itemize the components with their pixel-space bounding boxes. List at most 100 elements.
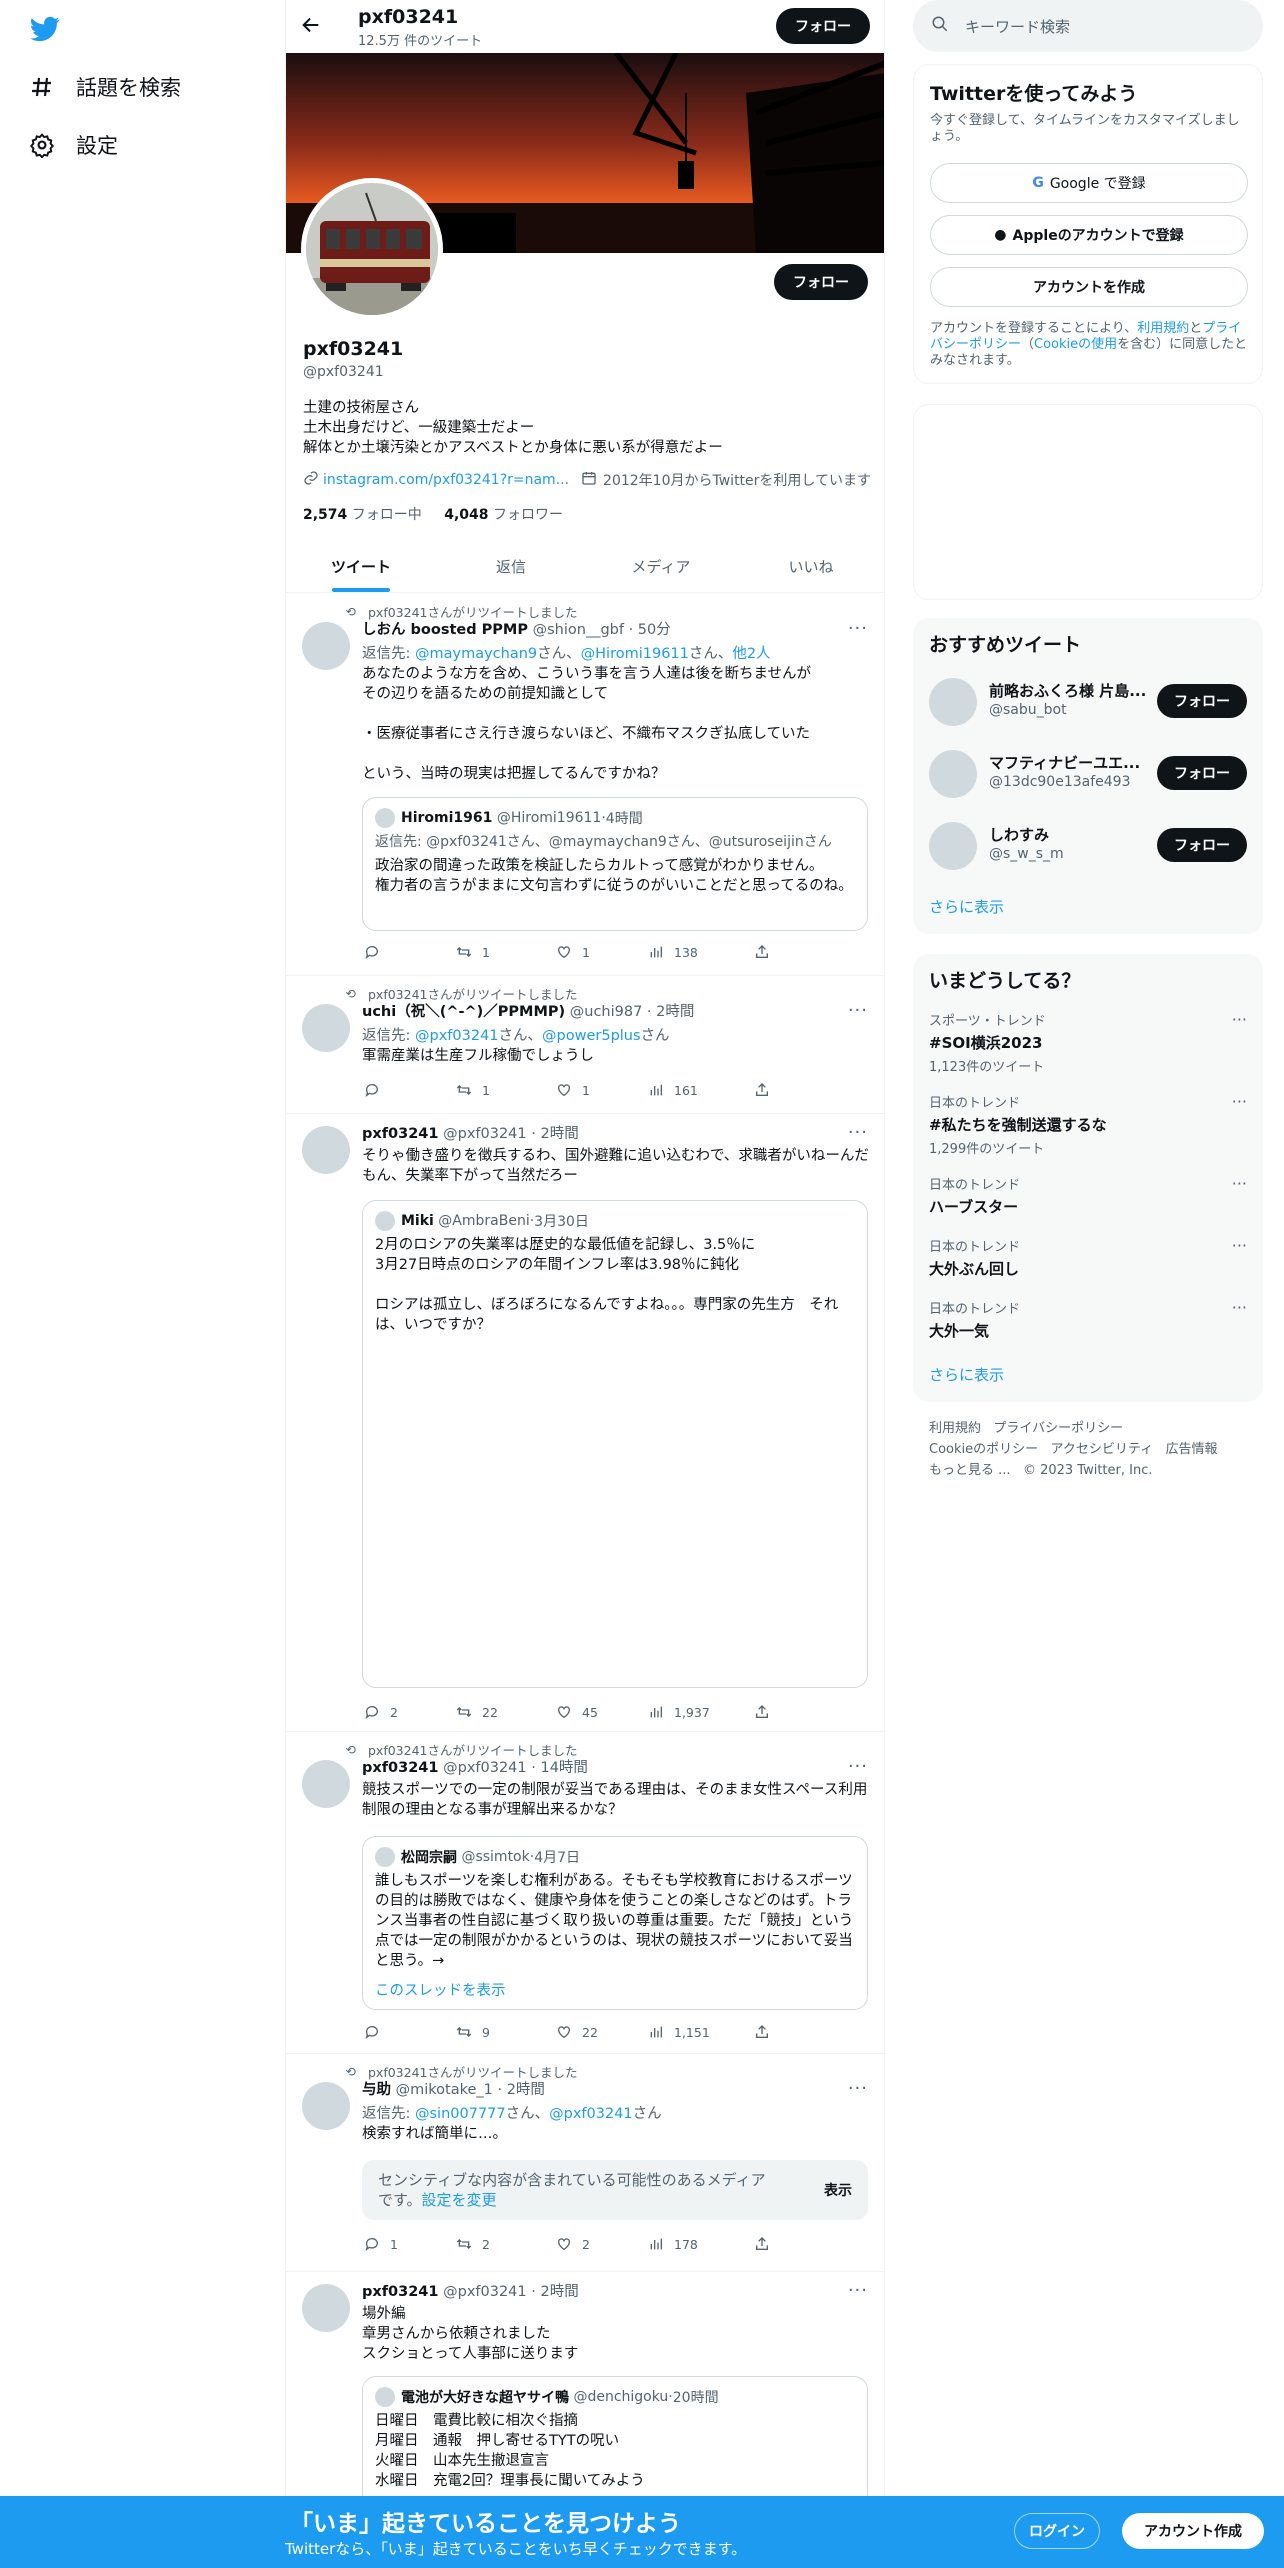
more-options-icon[interactable]: ··· [1232,1298,1247,1317]
header-follow-button[interactable]: フォロー [776,8,870,44]
tab-likes[interactable]: いいね [736,540,884,592]
avatar[interactable] [302,2082,350,2130]
login-button[interactable]: ログイン [1014,2513,1100,2549]
more-options-icon[interactable]: ··· [848,2078,868,2099]
apple-signup-button[interactable]: ● Appleのアカウントで登録 [930,215,1248,255]
reply-mention[interactable]: @power5plus [542,1028,641,1044]
search-input[interactable]: キーワード検索 [965,16,1070,37]
more-options-icon[interactable]: ··· [1232,1174,1247,1193]
author-handle[interactable]: @shion__gbf [533,622,624,638]
reply-mention[interactable]: @maymaychan9 [415,646,537,662]
tweet[interactable]: ⟲ pxf03241さんがリツイートしました 与助 @mikotake_1 · 2… [286,2054,884,2272]
trend-item[interactable]: スポーツ・トレンド #SOI横浜2023 1,123件のツイート ··· [929,1010,1247,1075]
author-handle[interactable]: @uchi987 [570,1004,643,1020]
retweet-action[interactable]: 9 [454,2022,554,2042]
tweet-time[interactable]: 14時間 [540,1760,587,1776]
avatar[interactable] [302,2284,350,2332]
retweet-action[interactable]: 22 [454,1702,554,1722]
footer-accessibility-link[interactable]: アクセシビリティ [1051,1442,1154,1457]
trend-item[interactable]: 日本のトレンド #私たちを強制送還するな 1,299件のツイート ··· [929,1092,1247,1157]
nav-settings[interactable]: 設定 [28,120,118,170]
more-options-icon[interactable]: ··· [1232,1236,1247,1255]
google-signup-button[interactable]: G Google で登録 [930,163,1248,203]
like-action[interactable]: 1 [554,942,646,962]
create-account-button[interactable]: アカウントを作成 [930,267,1248,307]
tweet[interactable]: pxf03241 @pxf03241 · 2時間 ··· そりゃ働き盛りを徴兵す… [286,1114,884,1732]
quote-tweet[interactable]: Hiromi1961 @Hiromi19611 · 4時間 返信先: @pxf0… [362,797,868,931]
trend-item[interactable]: 日本のトレンド ハーブスター ··· [929,1174,1247,1217]
reply-action[interactable] [362,1080,454,1100]
followers-link[interactable]: 4,048 フォロワー [444,507,563,523]
author-name[interactable]: pxf03241 [362,2284,439,2300]
signup-button[interactable]: アカウント作成 [1122,2513,1264,2549]
footer-cookie-link[interactable]: Cookieのポリシー [929,1442,1038,1457]
tweet-time[interactable]: 2時間 [507,2082,545,2098]
share-action[interactable] [752,942,780,962]
quote-tweet[interactable]: Miki @AmbraBeni · 3月30日 2月のロシアの失業率は歴史的な最… [362,1200,868,1688]
avatar[interactable] [302,1004,350,1052]
reply-others-link[interactable]: 他2人 [732,646,770,662]
tweet[interactable]: ⟲ pxf03241さんがリツイートしました しおん boosted PPMP @… [286,594,884,976]
tweet-time[interactable]: 2時間 [540,1126,578,1142]
avatar[interactable] [302,1760,350,1808]
search-box[interactable]: キーワード検索 [913,0,1263,52]
tweet-time[interactable]: 50分 [638,622,671,638]
author-handle[interactable]: @mikotake_1 [396,2082,493,2098]
back-arrow-icon[interactable] [300,14,328,40]
like-action[interactable]: 1 [554,1080,646,1100]
trend-item[interactable]: 日本のトレンド 大外一気 ··· [929,1298,1247,1341]
reply-mention[interactable]: @pxf03241 [549,2106,633,2122]
more-options-icon[interactable]: ··· [1232,1092,1247,1111]
footer-more-link[interactable]: もっと見る ... [929,1463,1011,1478]
change-settings-link[interactable]: 設定を変更 [422,2191,497,2209]
tab-media[interactable]: メディア [586,540,736,592]
avatar[interactable] [302,622,350,670]
profile-follow-button[interactable]: フォロー [774,264,868,300]
views-action[interactable]: 1,151 [646,2022,752,2042]
reply-action[interactable]: 1 [362,2234,454,2254]
reply-action[interactable] [362,942,454,962]
author-name[interactable]: pxf03241 [362,1126,439,1142]
footer-privacy-link[interactable]: プライバシーポリシー [993,1421,1123,1436]
more-options-icon[interactable]: ··· [1232,1010,1247,1029]
reply-mention[interactable]: @pxf03241 [415,1028,499,1044]
tweet-time[interactable]: 2時間 [656,1004,694,1020]
footer-ads-link[interactable]: 広告情報 [1166,1442,1218,1457]
tweet[interactable]: ⟲ pxf03241さんがリツイートしました pxf03241 @pxf03241… [286,1732,884,2054]
share-action[interactable] [752,1080,780,1100]
recommend-show-more[interactable]: さらに表示 [929,896,1004,917]
views-action[interactable]: 1,937 [646,1702,752,1722]
twitter-logo-icon[interactable] [28,14,64,44]
following-link[interactable]: 2,574 フォロー中 [303,507,422,523]
author-handle[interactable]: @pxf03241 [443,2284,527,2300]
retweet-action[interactable]: 2 [454,2234,554,2254]
author-name[interactable]: しおん boosted PPMP [362,622,528,638]
tab-tweets[interactable]: ツイート [286,540,436,592]
recommend-user[interactable]: しわすみ @s_w_s_m フォロー [929,816,1247,876]
trends-show-more[interactable]: さらに表示 [929,1364,1004,1385]
more-options-icon[interactable]: ··· [848,1756,868,1777]
recommend-follow-button[interactable]: フォロー [1157,828,1247,862]
quote-tweet[interactable]: 松岡宗嗣 @ssimtok · 4月7日 誰しもスポーツを楽しむ権利がある。そも… [362,1836,868,2010]
reply-mention[interactable]: @sin007777 [415,2106,506,2122]
more-options-icon[interactable]: ··· [848,1122,868,1143]
more-options-icon[interactable]: ··· [848,618,868,639]
avatar[interactable] [302,1126,350,1174]
nav-explore[interactable]: 話題を検索 [28,62,181,112]
share-action[interactable] [752,2234,780,2254]
show-media-button[interactable]: 表示 [824,2180,852,2200]
recommend-follow-button[interactable]: フォロー [1157,756,1247,790]
like-action[interactable]: 45 [554,1702,646,1722]
retweet-action[interactable]: 1 [454,1080,554,1100]
author-handle[interactable]: @pxf03241 [443,1760,527,1776]
recommend-user[interactable]: マフティナビーユエ... @13dc90e13afe493 フォロー [929,744,1247,804]
cookie-link[interactable]: Cookieの使用 [1034,337,1117,352]
more-options-icon[interactable]: ··· [848,1000,868,1021]
like-action[interactable]: 2 [554,2234,646,2254]
tab-replies[interactable]: 返信 [436,540,586,592]
footer-terms-link[interactable]: 利用規約 [929,1421,981,1436]
share-action[interactable] [752,1702,780,1722]
author-name[interactable]: 与助 [362,2082,391,2098]
tweet[interactable]: ⟲ pxf03241さんがリツイートしました uchi（祝＼(^-^)／PPMMP… [286,976,884,1114]
views-action[interactable]: 138 [646,942,752,962]
